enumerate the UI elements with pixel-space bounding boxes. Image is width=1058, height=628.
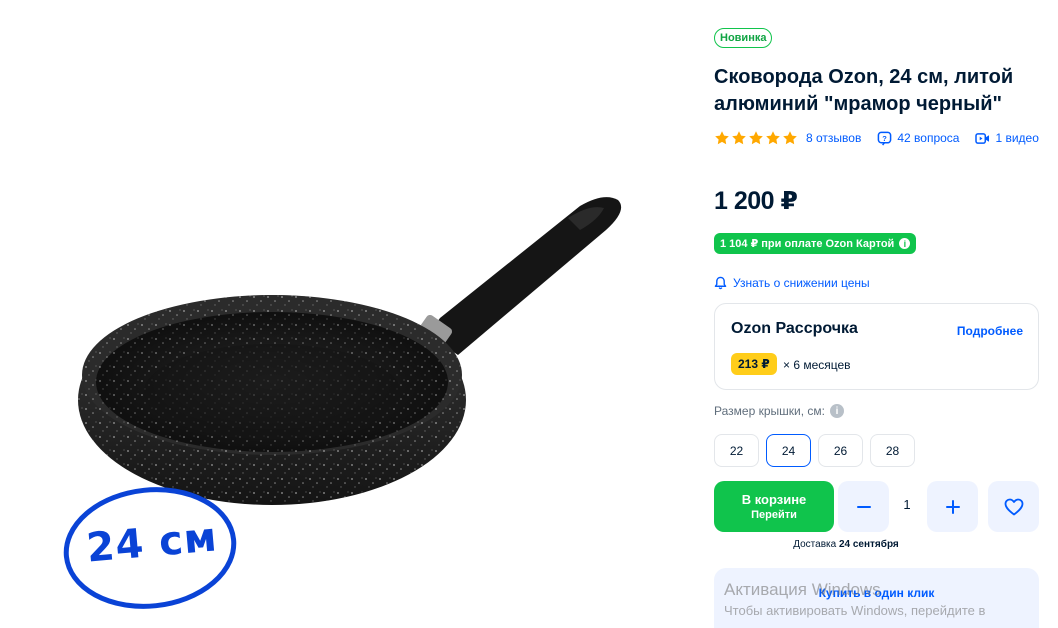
ozon-card-price-badge[interactable]: 1 104 ₽ при оплате Ozon Картой i xyxy=(714,233,917,254)
in-cart-button[interactable]: В корзине Перейти xyxy=(714,481,834,532)
rating-stars[interactable] xyxy=(714,130,798,146)
heart-icon xyxy=(1004,498,1023,515)
bell-icon xyxy=(714,276,727,290)
buy-one-click-button[interactable]: Купить в один клик xyxy=(714,568,1039,628)
size-option-26[interactable]: 26 xyxy=(818,434,863,467)
product-price: 1 200 ₽ xyxy=(714,187,798,215)
questions-count: 42 вопроса xyxy=(897,131,960,145)
size-option-24[interactable]: 24 xyxy=(766,434,811,467)
product-image-area: 24 см xyxy=(0,0,700,628)
card-price-text: 1 104 ₽ при оплате Ozon Картой xyxy=(720,238,895,250)
installment-title: Ozon Рассрочка xyxy=(731,320,858,337)
videos-link[interactable]: 1 видео xyxy=(975,131,1039,145)
info-icon[interactable]: i xyxy=(899,238,911,249)
reviews-link[interactable]: 8 отзывов xyxy=(806,131,861,145)
decrease-quantity-button[interactable] xyxy=(838,481,889,532)
lid-size-label: Размер крышки, см: i xyxy=(714,404,844,418)
svg-text:?: ? xyxy=(883,133,888,142)
help-icon[interactable]: i xyxy=(829,404,844,418)
star-icon xyxy=(783,131,797,145)
delivery-prefix: Доставка xyxy=(793,539,837,550)
star-icon xyxy=(715,131,729,145)
product-info: Новинка Сковорода Ozon, 24 см, литой алю… xyxy=(714,28,1044,146)
star-icon xyxy=(749,131,763,145)
installment-more-link[interactable]: Подробнее xyxy=(957,324,1023,338)
lid-size-options: 22 24 26 28 xyxy=(714,434,915,467)
videos-count: 1 видео xyxy=(995,131,1039,145)
increase-quantity-button[interactable] xyxy=(927,481,978,532)
minus-icon xyxy=(856,505,871,508)
reviews-count: 8 отзывов xyxy=(806,131,862,145)
star-icon xyxy=(732,131,746,145)
question-bubble-icon: ? xyxy=(878,131,892,146)
installment-term: × 6 месяцев xyxy=(783,358,851,372)
price-drop-notify-link[interactable]: Узнать о снижении цены xyxy=(714,276,870,290)
size-option-22[interactable]: 22 xyxy=(714,434,759,467)
favorite-button[interactable] xyxy=(988,481,1039,532)
installment-amount: 213 ₽ xyxy=(731,353,777,375)
product-title: Сковорода Ozon, 24 см, литой алюминий "м… xyxy=(714,66,1014,115)
star-icon xyxy=(766,131,780,145)
video-icon xyxy=(975,132,990,144)
product-meta-row: 8 отзывов ? 42 вопроса 1 видео xyxy=(714,130,1044,146)
in-cart-label: В корзине xyxy=(741,492,807,507)
quantity-value: 1 xyxy=(903,497,911,512)
notify-label: Узнать о снижении цены xyxy=(733,276,870,290)
questions-link[interactable]: ? 42 вопроса xyxy=(877,131,959,146)
size-option-28[interactable]: 28 xyxy=(870,434,915,467)
buy-one-click-label: Купить в один клик xyxy=(818,586,935,600)
installment-card[interactable]: Ozon Рассрочка Подробнее 213 ₽ × 6 месяц… xyxy=(714,303,1039,390)
delivery-info: Доставка 24 сентября xyxy=(714,539,978,550)
delivery-date: 24 сентября xyxy=(838,539,899,550)
new-badge: Новинка xyxy=(714,28,773,48)
plus-icon xyxy=(945,499,960,514)
goto-cart-label: Перейти xyxy=(751,509,797,521)
lid-size-label-text: Размер крышки, см: xyxy=(714,404,825,418)
